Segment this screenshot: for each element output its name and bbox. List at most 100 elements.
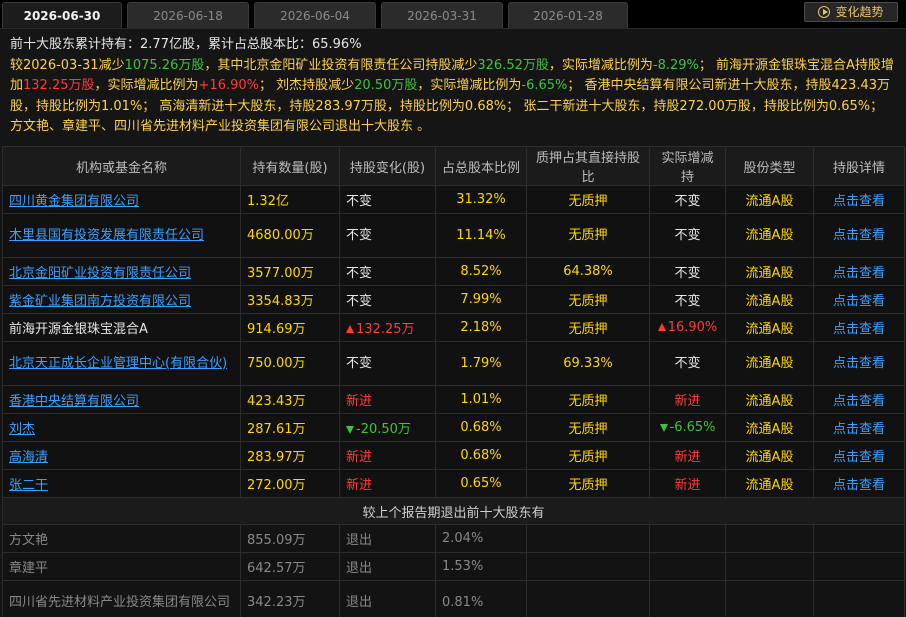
tab-2026-06-30[interactable]: 2026-06-30 xyxy=(2,2,122,28)
holder-name-link[interactable]: 北京金阳矿业投资有限责任公司 xyxy=(9,266,191,281)
exit-change: 退出 xyxy=(339,552,436,581)
change-value: 不变 xyxy=(346,266,373,281)
exit-table-row: 章建平 642.57万 退出 1.53% xyxy=(2,552,905,581)
table-row: 香港中央结算有限公司 423.43万 新进 1.01% 无质押 新进 流通A股 点击查看 xyxy=(2,385,905,414)
holder-name-link[interactable]: 刘杰 xyxy=(9,422,35,437)
holder-name-link[interactable]: 张二干 xyxy=(9,478,48,493)
change-cell: 不变 xyxy=(339,341,436,386)
holder-name-link[interactable]: 四川黄金集团有限公司 xyxy=(9,194,139,209)
view-detail-link[interactable]: 点击查看 xyxy=(813,185,905,214)
arrow-up-icon xyxy=(657,323,666,331)
view-detail-link[interactable]: 点击查看 xyxy=(813,285,905,314)
holder-name-link[interactable]: 香港中央结算有限公司 xyxy=(9,394,139,409)
actual-change-cell: 不变 xyxy=(649,341,726,386)
pledge-cell: 64.38% xyxy=(526,257,650,286)
change-value: 不变 xyxy=(346,355,373,371)
pledge-cell: 无质押 xyxy=(526,385,650,414)
view-detail-link[interactable]: 点击查看 xyxy=(813,413,905,442)
holder-name-cell: 紫金矿业集团南方投资有限公司 xyxy=(2,285,241,314)
summary-value: 132.25万股 xyxy=(23,78,95,93)
share-type-cell: 流通A股 xyxy=(725,413,814,442)
holder-name-cell: 北京天正成长企业管理中心(有限合伙) xyxy=(2,341,241,386)
ratio-cell: 2.18% xyxy=(435,313,527,342)
empty-cell xyxy=(725,580,814,617)
ratio-cell: 8.52% xyxy=(435,257,527,286)
summary-total-decrease: 1075.26万股 xyxy=(124,57,205,73)
change-cell: 新进 xyxy=(339,385,436,414)
header-share-type: 股份类型 xyxy=(725,146,814,186)
actual-change-cell: 不变 xyxy=(649,257,726,286)
holder-name-cell: 高海清 xyxy=(2,441,241,470)
table-row: 木里县国有投资发展有限责任公司 4680.00万 不变 11.14% 无质押 不变 流通A股… xyxy=(2,213,905,258)
pledge-cell: 无质押 xyxy=(526,469,650,498)
view-detail-link[interactable]: 点击查看 xyxy=(813,257,905,286)
holder-name-cell: 张二干 xyxy=(2,469,241,498)
change-value: 新进 xyxy=(346,394,373,409)
arrow-up-icon xyxy=(346,325,354,333)
change-value: -20.50万 xyxy=(356,422,411,437)
trend-button[interactable]: 变化趋势 xyxy=(804,2,898,22)
quantity-cell: 272.00万 xyxy=(240,469,340,498)
pledge-cell: 无质押 xyxy=(526,413,650,442)
quantity-cell: 283.97万 xyxy=(240,441,340,470)
exit-holder-name: 方文艳 xyxy=(2,524,241,553)
summary-pct: 65.96% xyxy=(311,37,362,52)
holder-name-link[interactable]: 紫金矿业集团南方投资有限公司 xyxy=(9,294,191,309)
change-value: 新进 xyxy=(346,478,373,493)
pledge-cell: 无质押 xyxy=(526,185,650,214)
actual-change-value: 不变 xyxy=(674,194,701,209)
holder-name-link[interactable]: 高海清 xyxy=(9,450,48,465)
actual-change-value: 新进 xyxy=(674,394,701,409)
holder-name-link[interactable]: 木里县国有投资发展有限责任公司 xyxy=(9,228,204,243)
exit-quantity: 342.23万 xyxy=(240,580,340,617)
tab-2026-01-28[interactable]: 2026-01-28 xyxy=(508,2,628,28)
summary-text-part: ； 刘杰持股减少 xyxy=(259,78,355,93)
summary-value: 20.50万股 xyxy=(354,78,418,93)
summary-text-part: ，实际增减比例为 xyxy=(94,78,199,93)
view-detail-link[interactable]: 点击查看 xyxy=(813,385,905,414)
tab-2026-06-18[interactable]: 2026-06-18 xyxy=(127,2,249,28)
summary-value: 326.52万股 xyxy=(477,57,549,73)
table-row: 四川黄金集团有限公司 1.32亿 不变 31.32% 无质押 不变 流通A股 点击查看 xyxy=(2,185,905,214)
actual-change-cell: 16.90% xyxy=(649,313,726,342)
change-value: 132.25万 xyxy=(356,322,415,337)
actual-change-cell: 不变 xyxy=(649,213,726,258)
view-detail-link[interactable]: 点击查看 xyxy=(813,469,905,498)
header-holder-name: 机构或基金名称 xyxy=(2,146,241,186)
holder-name-cell: 木里县国有投资发展有限责任公司 xyxy=(2,213,241,258)
quantity-cell: 4680.00万 xyxy=(240,213,340,258)
empty-cell xyxy=(725,552,814,581)
summary-text: 前十大股东累计持有：2.77亿股，累计占总股本比：65.96% 较2026-03… xyxy=(10,35,898,138)
shareholder-panel: 前十大股东累计持有：2.77亿股，累计占总股本比：65.96% 较2026-03… xyxy=(0,28,906,617)
summary-shares: 2.77亿股 xyxy=(140,37,195,52)
empty-cell xyxy=(526,552,650,581)
change-cell: 不变 xyxy=(339,285,436,314)
tab-2026-03-31[interactable]: 2026-03-31 xyxy=(381,2,503,28)
share-type-cell: 流通A股 xyxy=(725,341,814,386)
actual-change-cell: 新进 xyxy=(649,385,726,414)
empty-cell xyxy=(813,524,905,553)
view-detail-link[interactable]: 点击查看 xyxy=(813,441,905,470)
ratio-cell: 1.01% xyxy=(435,385,527,414)
holder-name-link[interactable]: 北京天正成长企业管理中心(有限合伙) xyxy=(9,356,227,371)
actual-change-value: 新进 xyxy=(674,478,701,493)
exit-quantity: 642.57万 xyxy=(240,552,340,581)
view-detail-link[interactable]: 点击查看 xyxy=(813,341,905,386)
exit-ratio: 2.04% xyxy=(435,524,527,553)
summary-label: 前十大股东累计持有： xyxy=(10,37,141,52)
exit-ratio: 0.81% xyxy=(435,580,527,617)
view-detail-link[interactable]: 点击查看 xyxy=(813,313,905,342)
actual-change-value: 16.90% xyxy=(667,320,718,335)
actual-change-cell: 不变 xyxy=(649,185,726,214)
quantity-cell: 3577.00万 xyxy=(240,257,340,286)
change-value: 不变 xyxy=(346,294,373,309)
tab-2026-06-04[interactable]: 2026-06-04 xyxy=(254,2,376,28)
table-row: 北京金阳矿业投资有限责任公司 3577.00万 不变 8.52% 64.38% 不变 流通A… xyxy=(2,257,905,286)
share-type-cell: 流通A股 xyxy=(725,385,814,414)
pledge-cell: 无质押 xyxy=(526,285,650,314)
header-pledge: 质押占其直接持股比 xyxy=(526,146,650,186)
view-detail-link[interactable]: 点击查看 xyxy=(813,213,905,258)
table-row: 紫金矿业集团南方投资有限公司 3354.83万 不变 7.99% 无质押 不变 流通A股 点击… xyxy=(2,285,905,314)
ratio-cell: 31.32% xyxy=(435,185,527,214)
change-cell: 新进 xyxy=(339,441,436,470)
